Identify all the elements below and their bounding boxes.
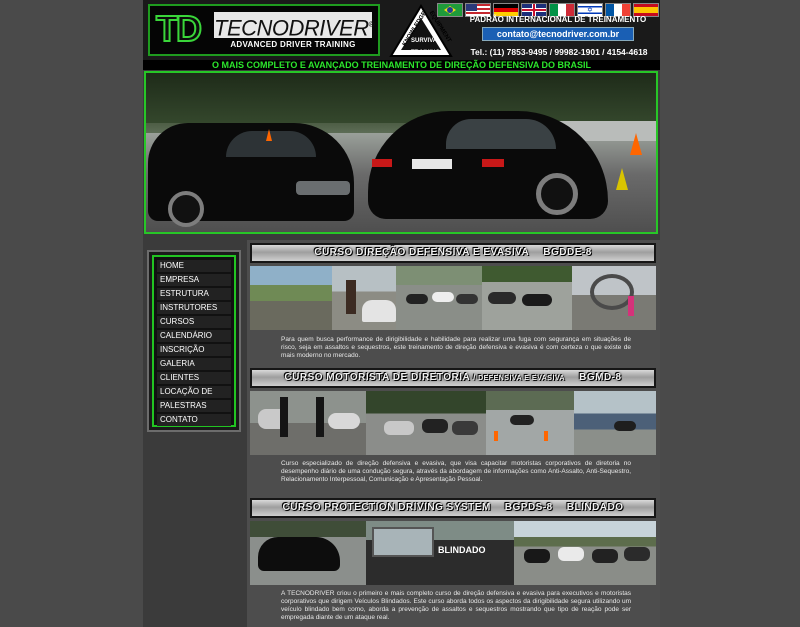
section-photos: BLINDADO bbox=[250, 521, 656, 585]
menu-item-cursos[interactable]: CURSOS bbox=[157, 316, 231, 328]
section-title-text: CURSO DIREÇÃO DEFENSIVA E EVASIVA bbox=[314, 247, 530, 258]
photo-track-view[interactable] bbox=[250, 266, 332, 330]
trees-background bbox=[146, 73, 656, 123]
left-car-wheel bbox=[168, 191, 204, 227]
traffic-cone bbox=[494, 431, 498, 441]
section-title-motorista-diretoria[interactable]: CURSO MOTORISTA DE DIRETORIA / DEFENSIVA… bbox=[250, 368, 656, 388]
right-car-taillight-2 bbox=[482, 159, 504, 167]
right-car-window bbox=[446, 119, 556, 149]
training-car bbox=[522, 294, 552, 306]
survival-center-text: SURVIVAL bbox=[411, 38, 441, 44]
section-description: Curso especializado de direção defensiva… bbox=[281, 460, 631, 483]
menu-item-home[interactable]: HOME bbox=[157, 260, 231, 272]
parked-car bbox=[456, 294, 478, 304]
photo-cone-course[interactable] bbox=[486, 391, 574, 455]
menu-item-estrutura[interactable]: ESTRUTURA bbox=[157, 288, 231, 300]
traffic-cone bbox=[544, 431, 548, 441]
section-code: BGDDE-8 bbox=[543, 247, 592, 258]
photo-armored-fleet[interactable] bbox=[514, 521, 656, 585]
group-car bbox=[452, 421, 478, 435]
fleet-car bbox=[558, 547, 584, 561]
section-photos bbox=[250, 266, 656, 330]
person-figure bbox=[628, 296, 634, 316]
bulletproof-glass bbox=[372, 527, 434, 557]
right-car-wheel bbox=[536, 173, 578, 215]
menu-item-instrutores[interactable]: INSTRUTORES bbox=[157, 302, 231, 314]
logo-td: TD bbox=[155, 7, 203, 50]
group-car bbox=[422, 419, 448, 433]
menu-item-palestras[interactable]: PALESTRAS bbox=[157, 400, 231, 412]
section-title-protection-driving[interactable]: CURSO PROTECTION DRIVING SYSTEM BGPDS-8 BL… bbox=[250, 498, 656, 518]
photo-chauffeurs[interactable] bbox=[250, 391, 366, 455]
blindado-label: BLINDADO bbox=[438, 545, 486, 555]
section-description: A TECNODRIVER criou o primeiro e mais co… bbox=[281, 590, 631, 621]
section-subtitle: / DEFENSIVA E EVASIVA bbox=[473, 375, 566, 382]
logo-subtitle: ADVANCED DRIVER TRAINING bbox=[230, 40, 356, 49]
slogan-bar: O MAIS COMPLETO E AVANÇADO TREINAMENTO D… bbox=[143, 60, 660, 70]
wet-track-car bbox=[614, 421, 636, 431]
photo-blindado-car[interactable]: BLINDADO bbox=[366, 521, 514, 585]
section-photos bbox=[250, 391, 656, 455]
photo-instructor[interactable] bbox=[332, 266, 396, 330]
main-content: CURSO DIREÇÃO DEFENSIVA E EVASIVA BGDDE-8 bbox=[247, 240, 660, 627]
menu-item-locacao-de-pista[interactable]: LOCAÇÃO DE PISTA bbox=[157, 386, 231, 408]
silver-car bbox=[328, 413, 360, 429]
parked-car bbox=[406, 294, 428, 304]
traffic-cone bbox=[630, 133, 642, 155]
traffic-cone bbox=[616, 168, 628, 190]
group-car bbox=[384, 421, 414, 435]
menu-item-empresa[interactable]: EMPRESA bbox=[157, 274, 231, 286]
section-code: BGPDS-8 bbox=[504, 502, 553, 513]
menu-item-inscricao[interactable]: INSCRIÇÃO bbox=[157, 344, 231, 356]
email-link[interactable]: contato@tecnodriver.com.br bbox=[482, 27, 634, 41]
logo[interactable]: TD TECNODRIVER® ADVANCED DRIVER TRAINING bbox=[148, 4, 380, 56]
menu-item-clientes[interactable]: CLIENTES bbox=[157, 372, 231, 384]
sidebar-menu-inner: HOME EMPRESA ESTRUTURA INSTRUTORES CURSO… bbox=[152, 255, 236, 427]
left-car-grille bbox=[296, 181, 350, 195]
fleet-car bbox=[592, 549, 618, 563]
chauffeur-figure bbox=[280, 397, 288, 437]
right-car-taillight bbox=[372, 159, 392, 167]
section-description: Para quem busca performance de dirigibil… bbox=[281, 336, 631, 359]
photo-parked-cars[interactable] bbox=[396, 266, 482, 330]
menu-item-calendario[interactable]: CALENDÁRIO bbox=[157, 330, 231, 342]
chauffeur-figure bbox=[316, 397, 324, 437]
header: TD TECNODRIVER® ADVANCED DRIVER TRAINING… bbox=[143, 0, 660, 60]
sidebar-menu: HOME EMPRESA ESTRUTURA INSTRUTORES CURSO… bbox=[147, 250, 241, 432]
right-car-plate bbox=[412, 159, 452, 169]
fleet-car bbox=[624, 547, 650, 561]
photo-training-group[interactable] bbox=[482, 266, 572, 330]
parked-car bbox=[432, 292, 454, 302]
armored-black-car bbox=[258, 537, 340, 571]
photo-armored-car[interactable] bbox=[250, 521, 366, 585]
menu-item-galeria[interactable]: GALERIA bbox=[157, 358, 231, 370]
section-title-direcao-defensiva[interactable]: CURSO DIREÇÃO DEFENSIVA E EVASIVA BGDDE-8 bbox=[250, 243, 656, 263]
section-extra: BLINDADO bbox=[566, 502, 624, 513]
page: TD TECNODRIVER® ADVANCED DRIVER TRAINING… bbox=[143, 0, 660, 627]
photo-wet-track[interactable] bbox=[574, 391, 656, 455]
course-car bbox=[510, 415, 534, 425]
tagline: PADRÃO INTERNACIONAL DE TREINAMENTO bbox=[469, 15, 647, 24]
photo-drivers-group[interactable] bbox=[366, 391, 486, 455]
traffic-cone bbox=[266, 129, 272, 141]
section-code: BGMD-8 bbox=[579, 372, 622, 383]
fleet-car bbox=[524, 549, 550, 563]
hero-banner-photo bbox=[144, 71, 658, 234]
menu-item-contato[interactable]: CONTATO bbox=[157, 414, 231, 426]
section-title-text: CURSO PROTECTION DRIVING SYSTEM bbox=[282, 502, 491, 513]
white-car bbox=[362, 300, 396, 322]
instructor-figure bbox=[346, 280, 356, 314]
photo-rollover-simulator[interactable] bbox=[572, 266, 656, 330]
logo-name: TECNODRIVER® bbox=[214, 12, 375, 40]
training-car bbox=[488, 292, 516, 304]
survival-bottom-text: TRAINING bbox=[411, 50, 440, 56]
phone-numbers: Tel.: (11) 7853-9495 / 99982-1901 / 4154… bbox=[470, 47, 648, 57]
section-title-text: CURSO MOTORISTA DE DIRETORIA bbox=[284, 372, 470, 383]
